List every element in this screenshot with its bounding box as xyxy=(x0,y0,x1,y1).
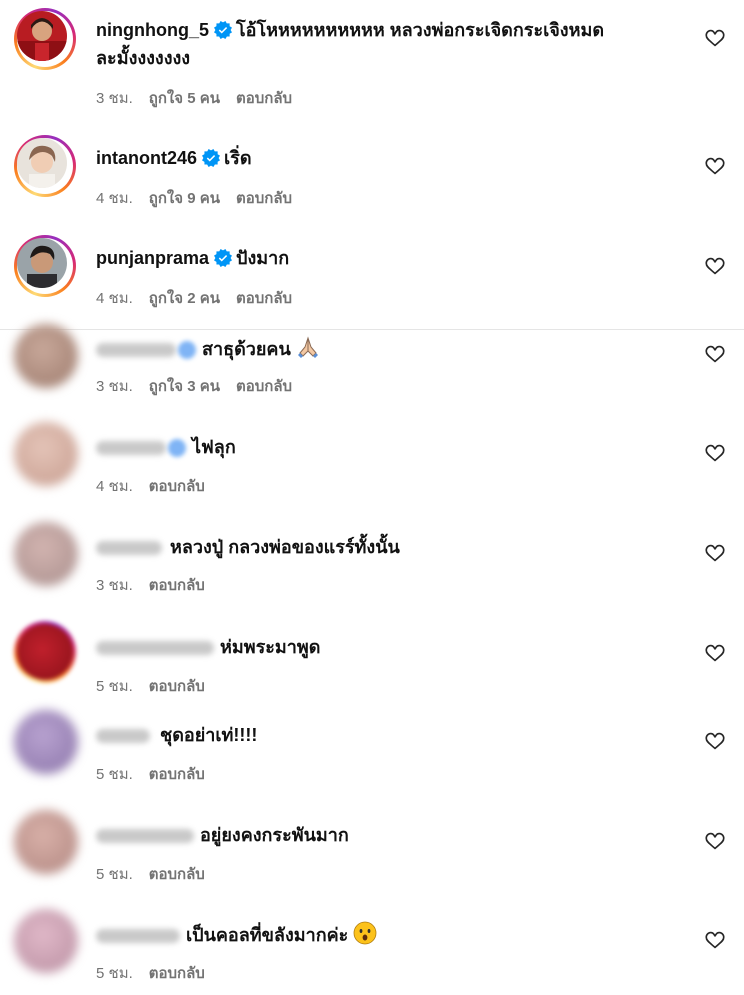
comment-text: หลวงปู่ กลวงพ่อของแรร์ทั้งนั้น xyxy=(96,533,400,561)
reply-button[interactable]: ตอบกลับ xyxy=(236,378,292,395)
like-count[interactable]: ถูกใจ 5 คน xyxy=(149,90,220,107)
avatar[interactable] xyxy=(14,235,76,297)
heart-icon[interactable] xyxy=(704,442,726,464)
heart-icon[interactable] xyxy=(704,27,726,49)
username-redacted[interactable] xyxy=(96,729,150,744)
comment-meta: 5 ชม. ตอบกลับ xyxy=(96,762,221,786)
comment-text: ชุดอย่าเท่!!!! xyxy=(96,721,257,749)
verified-badge-icon xyxy=(214,249,232,267)
comment-meta: 3 ชม. ถูกใจ 3 คน ตอบกลับ xyxy=(96,374,308,398)
timestamp[interactable]: 3 ชม. xyxy=(96,577,133,594)
heart-icon[interactable] xyxy=(704,642,726,664)
verified-badge-icon xyxy=(178,341,196,360)
reply-button[interactable]: ตอบกลับ xyxy=(149,866,205,883)
heart-icon[interactable] xyxy=(704,155,726,177)
reply-button[interactable]: ตอบกลับ xyxy=(149,577,205,594)
avatar[interactable] xyxy=(14,710,78,774)
heart-icon[interactable] xyxy=(704,343,726,365)
timestamp[interactable]: 3 ชม. xyxy=(96,378,133,395)
heart-icon[interactable] xyxy=(704,730,726,752)
timestamp[interactable]: 5 ชม. xyxy=(96,866,133,883)
reply-button[interactable]: ตอบกลับ xyxy=(149,965,205,982)
avatar[interactable] xyxy=(14,8,76,70)
comment-meta: 5 ชม. ตอบกลับ xyxy=(96,674,221,698)
comment-body: เริ่ด xyxy=(224,148,252,168)
comment-text: ningnhong_5 โอ้โหหหหหหหหหห หลวงพ่อกระเจิด… xyxy=(96,16,604,44)
comment-meta: 4 ชม. ตอบกลับ xyxy=(96,474,221,498)
timestamp[interactable]: 5 ชม. xyxy=(96,965,133,982)
comment-body: ปังมาก xyxy=(236,248,290,268)
username[interactable]: ningnhong_5 xyxy=(96,20,209,40)
comment-meta: 5 ชม. ตอบกลับ xyxy=(96,961,221,985)
verified-badge-icon xyxy=(214,21,232,39)
avatar[interactable] xyxy=(14,810,78,874)
timestamp[interactable]: 4 ชม. xyxy=(96,290,133,307)
avatar[interactable] xyxy=(14,324,78,388)
comment-text-line2: ละมั้งงงงงงง xyxy=(96,44,190,72)
comment-meta: 3 ชม. ถูกใจ 5 คน ตอบกลับ xyxy=(96,86,308,110)
avatar[interactable] xyxy=(14,422,78,486)
folded-hands-emoji xyxy=(297,336,318,358)
comment-text: อยู่ยงคงกระพันมาก xyxy=(96,821,349,849)
astonished-face-emoji xyxy=(353,921,377,945)
username-redacted[interactable] xyxy=(96,929,180,944)
comment-body-continued: ละมั้งงงงงงง xyxy=(96,48,191,68)
timestamp[interactable]: 5 ชม. xyxy=(96,678,133,695)
comment-body: หลวงปู่ กลวงพ่อของแรร์ทั้งนั้น xyxy=(170,537,400,557)
reply-button[interactable]: ตอบกลับ xyxy=(236,190,292,207)
reply-button[interactable]: ตอบกลับ xyxy=(149,478,205,495)
comment-body: สาธุด้วยคน xyxy=(202,339,291,359)
comment-meta: 4 ชม. ถูกใจ 9 คน ตอบกลับ xyxy=(96,186,308,210)
timestamp[interactable]: 4 ชม. xyxy=(96,478,133,495)
heart-icon[interactable] xyxy=(704,830,726,852)
avatar-photo-icon xyxy=(17,138,67,188)
comment-body: เป็นคอลที่ขลังมากค่ะ xyxy=(186,925,349,945)
comment-text: punjanprama ปังมาก xyxy=(96,244,289,272)
timestamp[interactable]: 5 ชม. xyxy=(96,766,133,783)
reply-button[interactable]: ตอบกลับ xyxy=(149,678,205,695)
timestamp[interactable]: 4 ชม. xyxy=(96,190,133,207)
avatar[interactable] xyxy=(14,135,76,197)
timestamp[interactable]: 3 ชม. xyxy=(96,90,133,107)
comment-text: สาธุด้วยคน xyxy=(96,335,320,363)
avatar-photo-icon xyxy=(17,11,67,61)
like-count[interactable]: ถูกใจ 3 คน xyxy=(149,378,220,395)
comment-text: ห่มพระมาพูด xyxy=(96,633,320,661)
like-count[interactable]: ถูกใจ 2 คน xyxy=(149,290,220,307)
like-count[interactable]: ถูกใจ 9 คน xyxy=(149,190,220,207)
avatar-photo-icon xyxy=(17,238,67,288)
username[interactable]: punjanprama xyxy=(96,248,209,268)
comment-text: intanont246 เริ่ด xyxy=(96,144,252,172)
reply-button[interactable]: ตอบกลับ xyxy=(149,766,205,783)
comment-text: เป็นคอลที่ขลังมากค่ะ xyxy=(96,921,377,949)
comment-meta: 4 ชม. ถูกใจ 2 คน ตอบกลับ xyxy=(96,286,308,310)
divider xyxy=(0,329,744,330)
username-redacted[interactable] xyxy=(96,343,176,358)
reply-button[interactable]: ตอบกลับ xyxy=(236,90,292,107)
comment-body: ห่มพระมาพูด xyxy=(220,637,321,657)
comment-body: ชุดอย่าเท่!!!! xyxy=(160,725,258,745)
heart-icon[interactable] xyxy=(704,929,726,951)
comment-meta: 5 ชม. ตอบกลับ xyxy=(96,862,221,886)
heart-icon[interactable] xyxy=(704,255,726,277)
comment-body: ไฟลุก xyxy=(192,437,236,457)
comment-body: อยู่ยงคงกระพันมาก xyxy=(200,825,349,845)
username-redacted[interactable] xyxy=(96,641,214,656)
avatar[interactable] xyxy=(14,909,78,973)
comment-meta: 3 ชม. ตอบกลับ xyxy=(96,573,221,597)
username-redacted[interactable] xyxy=(96,541,162,556)
verified-badge-icon xyxy=(202,149,220,167)
username-redacted[interactable] xyxy=(96,441,166,456)
comment-text: ไฟลุก xyxy=(96,433,236,461)
comment-body: โอ้โหหหหหหหหหห หลวงพ่อกระเจิดกระเจิงหมด xyxy=(235,20,605,40)
reply-button[interactable]: ตอบกลับ xyxy=(236,290,292,307)
heart-icon[interactable] xyxy=(704,542,726,564)
username[interactable]: intanont246 xyxy=(96,148,197,168)
username-redacted[interactable] xyxy=(96,829,194,844)
avatar[interactable] xyxy=(14,621,76,683)
avatar[interactable] xyxy=(14,522,78,586)
verified-badge-icon xyxy=(168,439,186,458)
